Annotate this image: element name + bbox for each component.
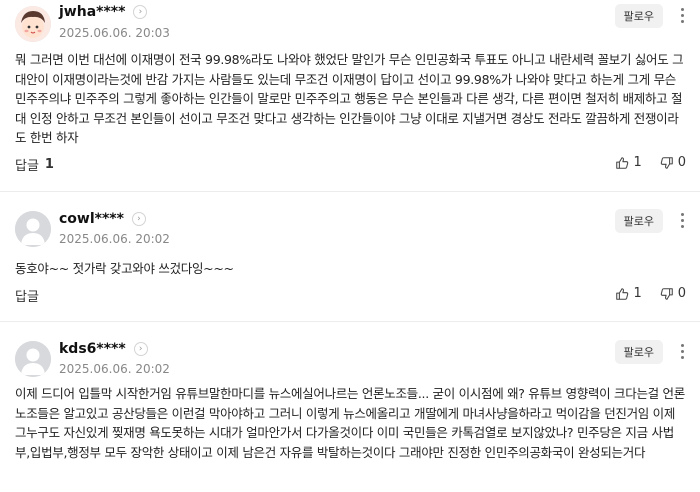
like-button[interactable]: 1 (615, 155, 642, 170)
dislike-button[interactable]: 0 (660, 155, 686, 170)
comment-date: 2025.06.06. 20:02 (59, 362, 170, 376)
comment-date: 2025.06.06. 20:02 (59, 232, 170, 246)
reply-button[interactable]: 답글 (15, 286, 39, 305)
like-count: 1 (633, 155, 642, 170)
comment-text: 동호야~~ 젓가락 갖고와야 쓰겄다잉~~~ (15, 261, 234, 276)
dislike-count: 0 (677, 286, 686, 301)
username[interactable]: cowl**** (59, 211, 124, 227)
avatar-default[interactable] (15, 341, 51, 377)
reply-label: 답글 (15, 290, 39, 305)
avatar-default[interactable] (15, 211, 51, 247)
comment-date: 2025.06.06. 20:03 (59, 26, 170, 40)
comment-text: 이제 드디어 입틀막 시작한거임 유튜브말한마디를 뉴스에실어나르는 언론노조들… (15, 386, 685, 460)
avatar-cartoon-face[interactable] (15, 6, 51, 42)
like-button[interactable]: 1 (615, 286, 642, 301)
thumbs-down-icon (660, 287, 673, 300)
comment-item: kds6**** › 2025.06.06. 20:02 팔로우 이제 드디어 … (0, 322, 700, 492)
follow-button[interactable]: 팔로우 (614, 209, 663, 233)
chevron-right-icon[interactable]: › (131, 212, 146, 226)
username[interactable]: jwha**** (59, 4, 125, 20)
username[interactable]: kds6**** (59, 341, 126, 357)
dislike-count: 0 (677, 155, 686, 170)
more-vertical-icon[interactable] (678, 8, 686, 23)
dislike-button[interactable]: 0 (660, 286, 686, 301)
comment-text: 뭐 그러면 이번 대선에 이재명이 전국 99.98%라도 나와야 했었단 말인… (15, 52, 684, 145)
like-count: 1 (633, 286, 642, 301)
thumbs-down-icon (660, 156, 673, 169)
reply-count: 1 (44, 157, 54, 172)
thumbs-up-icon (616, 287, 629, 300)
chevron-right-icon[interactable]: › (133, 5, 148, 19)
reply-button[interactable]: 답글 1 (15, 155, 54, 174)
reply-label: 답글 (15, 159, 39, 174)
chevron-right-icon[interactable]: › (133, 342, 148, 356)
follow-button[interactable]: 팔로우 (614, 340, 663, 364)
more-vertical-icon[interactable] (678, 344, 686, 359)
comment-item: jwha**** › 2025.06.06. 20:03 팔로우 뭐 그러면 이… (0, 0, 700, 192)
comment-item: cowl**** › 2025.06.06. 20:02 팔로우 동호야~~ 젓… (0, 192, 700, 322)
more-vertical-icon[interactable] (678, 213, 686, 228)
thumbs-up-icon (616, 156, 629, 169)
follow-button[interactable]: 팔로우 (614, 4, 663, 28)
